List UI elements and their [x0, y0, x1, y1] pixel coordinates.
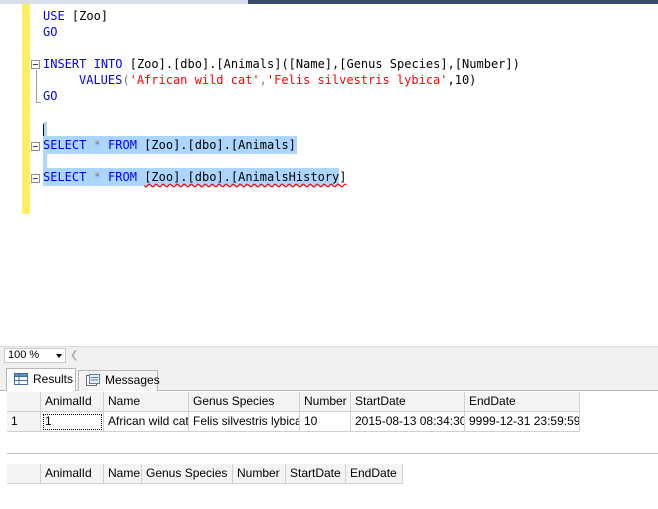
grid-splitter[interactable] — [7, 453, 658, 463]
outline-line — [36, 70, 37, 102]
cell-enddate[interactable]: 9999-12-31 23:59:59 — [465, 412, 580, 432]
cell-genus-species[interactable]: Felis silvestris lybica — [189, 412, 300, 432]
cell-animalid[interactable]: 1 — [41, 412, 104, 432]
collapse-insert-icon[interactable] — [31, 60, 40, 69]
grid1-col-startdate[interactable]: StartDate — [351, 392, 465, 412]
grid2-col-genus-species[interactable]: Genus Species — [142, 464, 233, 484]
grid1-col-genus-species[interactable]: Genus Species — [189, 392, 300, 412]
code-line-6: GO — [43, 89, 58, 103]
tab-messages[interactable]: Messages — [78, 370, 160, 391]
messages-icon — [86, 374, 100, 386]
cell-startdate[interactable]: 2015-08-13 08:34:30 — [351, 412, 465, 432]
tab-results-label: Results — [33, 372, 74, 386]
scroll-left-icon[interactable]: ❮ — [70, 350, 78, 361]
zoom-dropdown[interactable]: 100 % — [4, 348, 66, 363]
chevron-down-icon[interactable] — [56, 354, 62, 358]
query-editor[interactable]: USE [Zoo] GO INSERT INTO [Zoo].[dbo].[An… — [0, 4, 658, 346]
code-line-5: VALUES('African wild cat','Felis silvest… — [79, 73, 477, 87]
code-line-9: SELECT * FROM [Zoo].[dbo].[Animals] — [43, 138, 296, 152]
results-tab-bar: Results Messages — [0, 364, 658, 392]
change-tracking-gutter — [22, 4, 30, 214]
cell-name[interactable]: African wild cat — [104, 412, 189, 432]
code-line-11: SELECT * FROM [Zoo].[dbo].[AnimalsHistor… — [43, 170, 347, 184]
grid1-corner[interactable] — [7, 392, 41, 412]
tab-messages-label: Messages — [105, 373, 160, 387]
code-line-1: USE [Zoo] — [43, 9, 109, 23]
tab-results[interactable]: Results — [6, 368, 76, 392]
code-line-4: INSERT INTO [Zoo].[dbo].[Animals]([Name]… — [43, 57, 520, 71]
zoom-bar: 100 % ❮ — [0, 346, 658, 364]
outline-line-end — [36, 102, 41, 103]
grid2-corner[interactable] — [7, 464, 41, 484]
collapse-select2-icon[interactable] — [31, 174, 40, 183]
grid1-col-enddate[interactable]: EndDate — [465, 392, 580, 412]
grid1-col-number[interactable]: Number — [300, 392, 351, 412]
cell-number[interactable]: 10 — [300, 412, 351, 432]
code-line-2: GO — [43, 25, 58, 39]
grid2-col-number[interactable]: Number — [233, 464, 286, 484]
grid2-col-animalid[interactable]: AnimalId — [41, 464, 104, 484]
collapse-select1-icon[interactable] — [31, 142, 40, 151]
grid1-col-animalid[interactable]: AnimalId — [41, 392, 104, 412]
grid2-col-startdate[interactable]: StartDate — [286, 464, 346, 484]
grid-icon — [14, 373, 28, 385]
grid2-col-enddate[interactable]: EndDate — [346, 464, 403, 484]
grid1-col-name[interactable]: Name — [104, 392, 189, 412]
results-pane: AnimalId Name Genus Species Number Start… — [0, 391, 658, 509]
row-number[interactable]: 1 — [7, 412, 41, 432]
grid2-col-name[interactable]: Name — [104, 464, 142, 484]
